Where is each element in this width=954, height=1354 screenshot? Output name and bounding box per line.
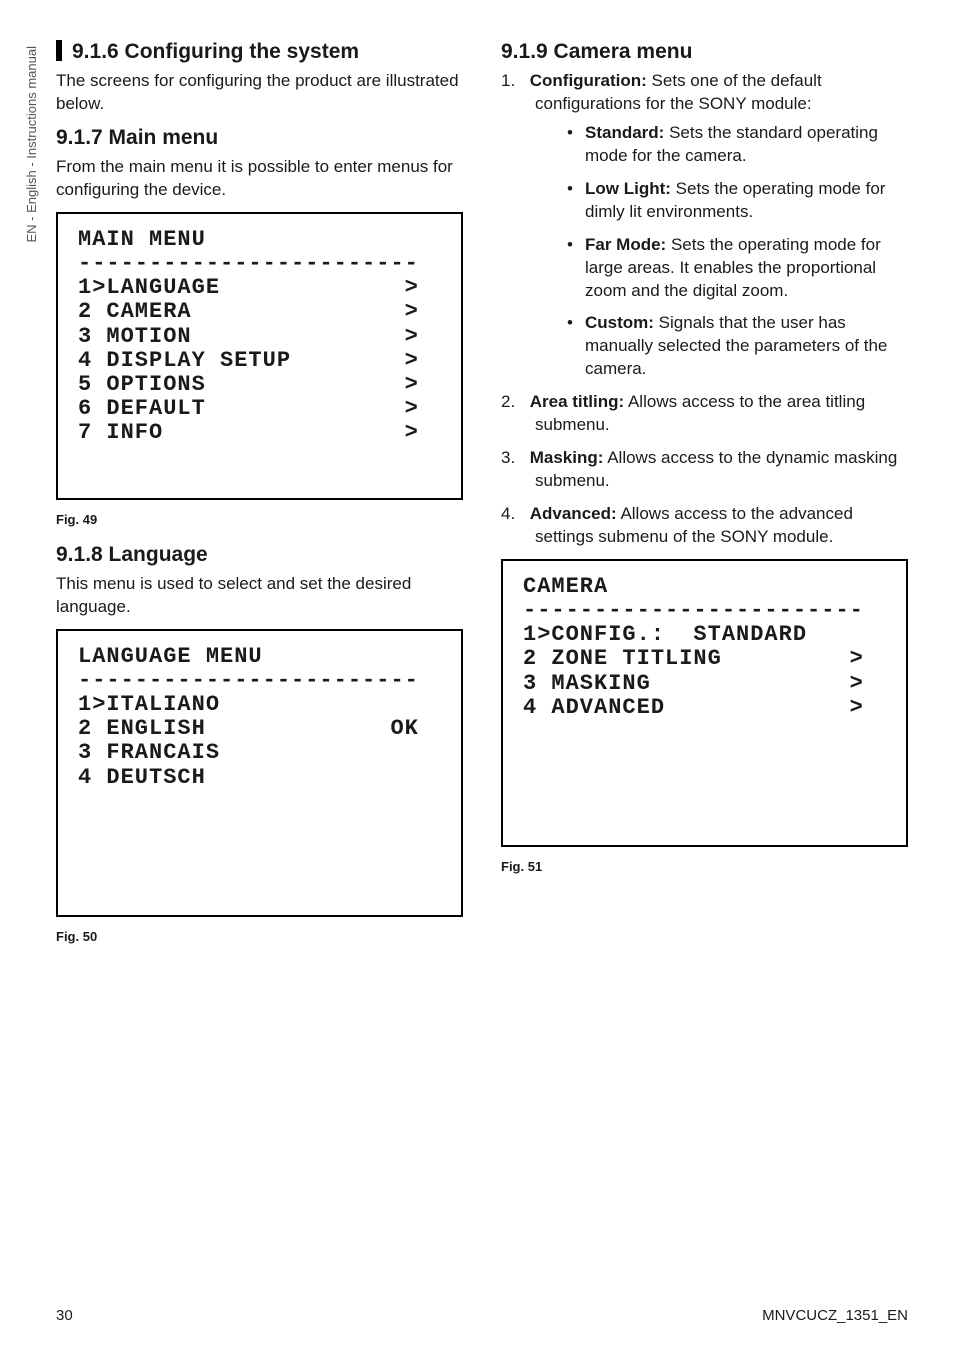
heading-9-1-7: 9.1.7 Main menu [56,126,463,150]
bullet-farmode: Far Mode: Sets the operating mode for la… [567,234,908,303]
heading-9-1-8: 9.1.8 Language [56,543,463,567]
main-menu-screen: MAIN MENU ------------------------ 1>LAN… [56,212,463,500]
fig-49-caption: Fig. 49 [56,512,463,527]
heading-9-1-6: 9.1.6 Configuring the system [56,40,463,64]
heading-9-1-9: 9.1.9 Camera menu [501,40,908,64]
camera-item-1: 1. Configuration: Sets one of the defaul… [501,70,908,381]
bullet-lowlight: Low Light: Sets the operating mode for d… [567,178,908,224]
sidebar-rotated-text: EN - English - Instructions manual [24,46,39,243]
num-3: 3. [501,447,525,470]
fig-51-caption: Fig. 51 [501,859,908,874]
lead-area: Area titling: [530,392,624,411]
lead-configuration: Configuration: [530,71,647,90]
lead-advanced: Advanced: [530,504,617,523]
language-menu-screen: LANGUAGE MENU ------------------------ 1… [56,629,463,917]
page-number: 30 [56,1307,73,1324]
camera-item-3: 3. Masking: Allows access to the dynamic… [501,447,908,493]
lead-masking: Masking: [530,448,604,467]
bullet-custom: Custom: Signals that the user has manual… [567,312,908,381]
camera-menu-screen: CAMERA ------------------------ 1>CONFIG… [501,559,908,847]
bullet-standard: Standard: Sets the standard operating mo… [567,122,908,168]
para-9-1-6: The screens for configuring the product … [56,70,463,116]
num-1: 1. [501,70,525,93]
camera-item-4: 4. Advanced: Allows access to the advanc… [501,503,908,549]
right-column: 9.1.9 Camera menu 1. Configuration: Sets… [501,40,908,1307]
fig-50-caption: Fig. 50 [56,929,463,944]
para-9-1-7: From the main menu it is possible to ent… [56,156,463,202]
left-column: 9.1.6 Configuring the system The screens… [56,40,463,1307]
doc-id: MNVCUCZ_1351_EN [762,1307,908,1324]
para-9-1-8: This menu is used to select and set the … [56,573,463,619]
num-4: 4. [501,503,525,526]
camera-item-2: 2. Area titling: Allows access to the ar… [501,391,908,437]
num-2: 2. [501,391,525,414]
